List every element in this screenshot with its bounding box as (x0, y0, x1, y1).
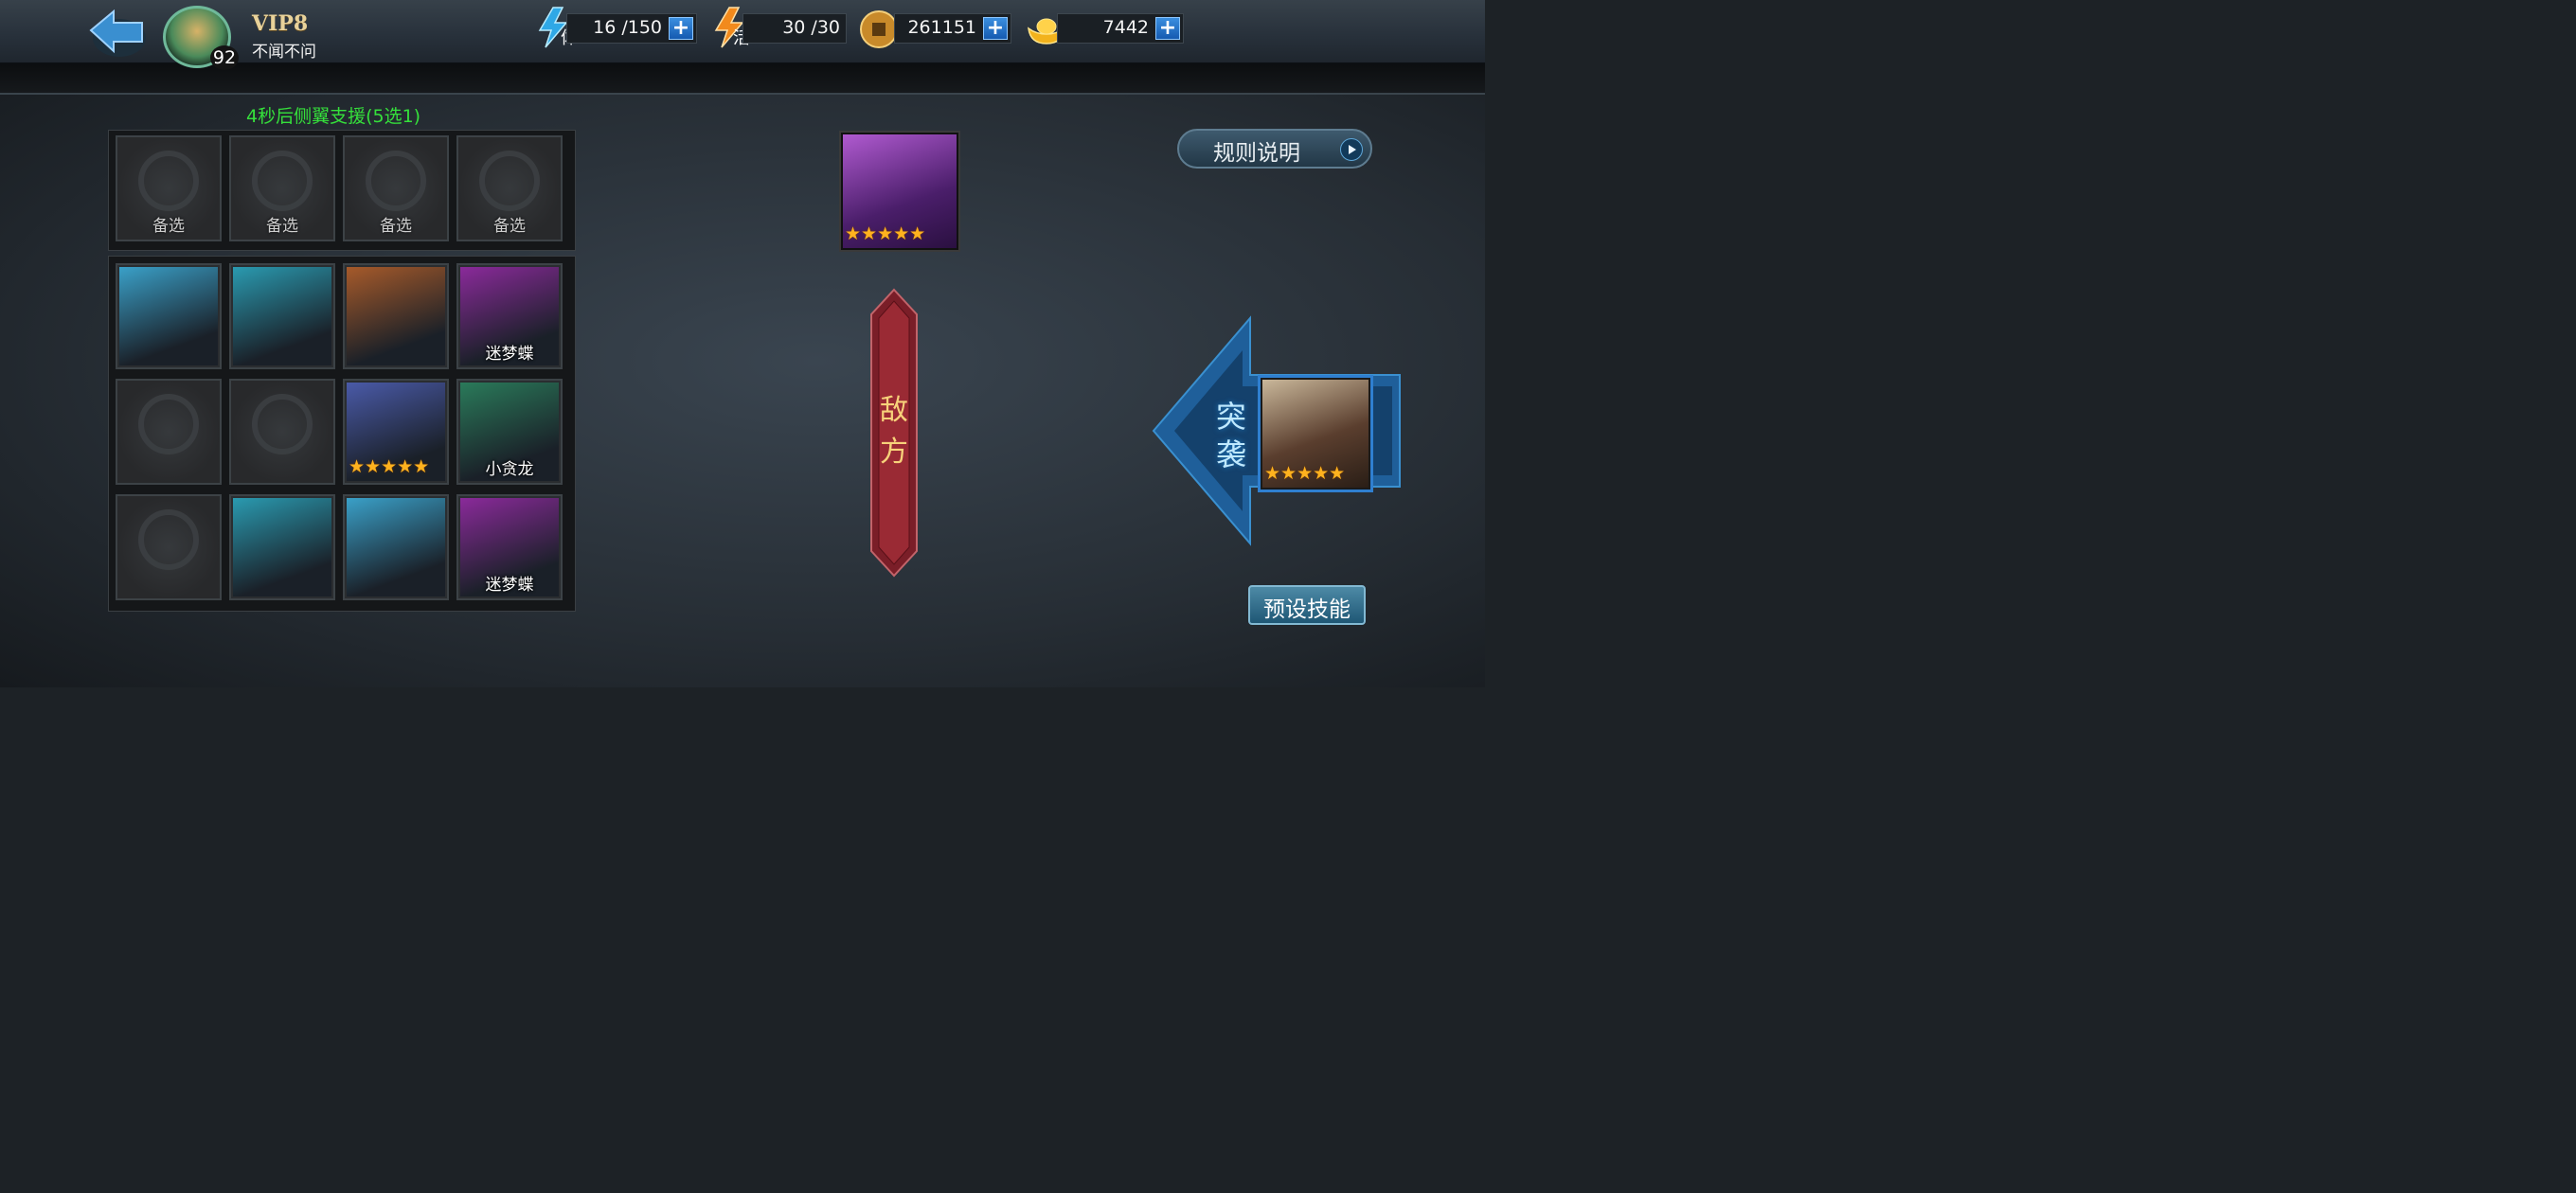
reserve-slot[interactable]: 备选 (456, 135, 563, 241)
enemy-label: 敌方 (880, 394, 908, 469)
gold-value: 7442 (1102, 17, 1149, 38)
empty-slot-emblem-icon (138, 394, 199, 454)
preset-skill-button[interactable]: 预设技能 (1248, 585, 1366, 625)
hero-name: 迷梦蝶 (485, 576, 534, 595)
hero-card[interactable] (229, 494, 335, 600)
vitality-counter: 30 /30 (742, 13, 847, 44)
hero-card[interactable] (343, 494, 449, 600)
player-name: 不闻不问 (252, 43, 316, 62)
hero-name: 迷梦蝶 (485, 345, 534, 364)
hero-portrait (119, 267, 218, 365)
empty-slot-emblem-icon (138, 509, 199, 570)
empty-slot-emblem-icon (479, 151, 540, 211)
hero-card[interactable] (116, 263, 222, 369)
hero-name: 小贪龙 (485, 460, 534, 479)
stamina-counter: 16 /150 + (566, 13, 697, 44)
raid-hero-card[interactable]: ★★★★★ (1258, 375, 1373, 492)
empty-slot-emblem-icon (252, 151, 313, 211)
hero-stars: ★★★★★ (349, 456, 430, 477)
enemy-hero-stars: ★★★★★ (845, 223, 926, 244)
empty-slot-emblem-icon (252, 394, 313, 454)
hero-card[interactable] (229, 263, 335, 369)
add-stamina-button[interactable]: + (669, 17, 693, 40)
reserve-slot-label: 备选 (266, 217, 298, 236)
empty-hero-slot[interactable] (229, 379, 335, 485)
hero-card[interactable]: 小贪龙 (456, 379, 563, 485)
rules-button[interactable]: 规则说明 (1177, 129, 1372, 169)
hero-card[interactable]: ★★★★★ (343, 379, 449, 485)
rules-button-label: 规则说明 (1213, 141, 1300, 166)
back-arrow-icon[interactable] (87, 8, 148, 59)
player-level-badge: 92 (210, 45, 239, 70)
vitality-value: 30 /30 (782, 17, 840, 38)
coin-value: 261151 (907, 17, 976, 38)
enemy-hero-card[interactable]: ★★★★★ (839, 131, 960, 252)
hero-portrait (233, 498, 331, 596)
hero-portrait (233, 267, 331, 365)
stamina-value: 16 /150 (593, 17, 662, 38)
hero-card[interactable] (343, 263, 449, 369)
reserve-slot[interactable]: 备选 (343, 135, 449, 241)
reserve-slot[interactable]: 备选 (116, 135, 222, 241)
reserve-slot-label: 备选 (493, 217, 526, 236)
gold-counter: 7442 + (1057, 13, 1184, 44)
hero-card[interactable]: 迷梦蝶 (456, 263, 563, 369)
coin-counter: 261151 + (894, 13, 1011, 44)
preset-skill-label: 预设技能 (1263, 597, 1351, 622)
reserve-slot[interactable]: 备选 (229, 135, 335, 241)
vip-badge[interactable]: VIP8 (252, 11, 308, 36)
hero-portrait (347, 267, 445, 365)
hero-portrait (347, 498, 445, 596)
hero-card[interactable]: 迷梦蝶 (456, 494, 563, 600)
support-countdown-text: 4秒后侧翼支援(5选1) (246, 106, 421, 127)
add-coin-button[interactable]: + (983, 17, 1008, 40)
play-arrow-icon (1340, 138, 1363, 161)
empty-hero-slot[interactable] (116, 494, 222, 600)
add-gold-button[interactable]: + (1155, 17, 1180, 40)
reserve-slot-label: 备选 (380, 217, 412, 236)
raid-hero-stars: ★★★★★ (1264, 463, 1346, 484)
empty-slot-emblem-icon (138, 151, 199, 211)
empty-slot-emblem-icon (366, 151, 426, 211)
reserve-slot-label: 备选 (152, 217, 185, 236)
empty-hero-slot[interactable] (116, 379, 222, 485)
raid-label: 突袭 (1215, 399, 1246, 472)
